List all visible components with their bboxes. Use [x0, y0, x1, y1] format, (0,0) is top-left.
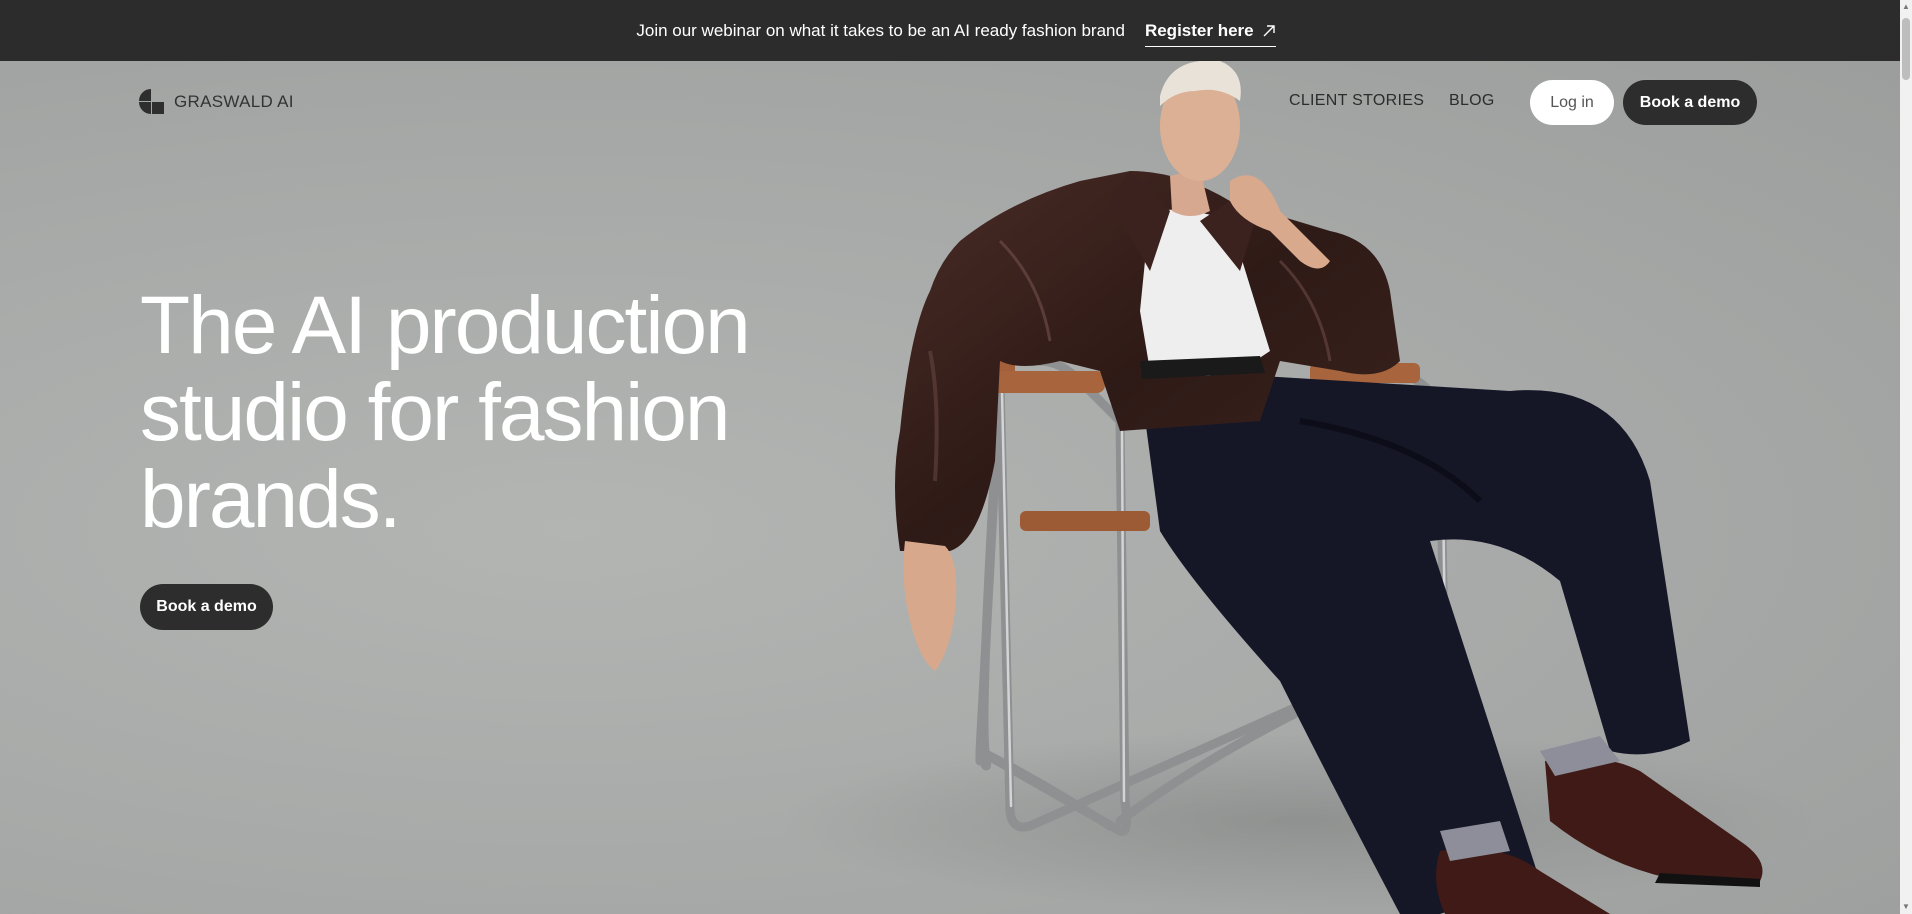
scroll-down-arrow-icon[interactable]: ▼	[1902, 903, 1910, 911]
brand-logo[interactable]: GRASWALD AI	[139, 89, 294, 114]
announcement-banner: Join our webinar on what it takes to be …	[0, 0, 1912, 61]
register-link-label: Register here	[1144, 20, 1254, 40]
arrow-up-right-icon	[1263, 24, 1275, 36]
scrollbar-thumb[interactable]	[1902, 18, 1910, 80]
graswald-logo-icon	[139, 89, 164, 114]
banner-text: Join our webinar on what it takes to be …	[636, 20, 1125, 40]
book-demo-nav-button[interactable]: Book a demo	[1623, 80, 1757, 125]
book-demo-hero-button[interactable]: Book a demo	[140, 584, 273, 630]
scroll-up-arrow-icon[interactable]: ▲	[1902, 3, 1910, 11]
headline-line-1: The AI production	[140, 280, 751, 371]
hero-headline: The AI production studio for fashion bra…	[140, 282, 840, 543]
hero-section: GRASWALD AI CLIENT STORIES BLOG Log in B…	[0, 61, 1900, 914]
headline-line-3: brands.	[140, 454, 402, 545]
register-link[interactable]: Register here	[1144, 20, 1276, 47]
headline-line-2: studio for fashion	[140, 367, 730, 458]
login-button[interactable]: Log in	[1530, 80, 1614, 125]
page-scrollbar[interactable]: ▲ ▼	[1900, 0, 1912, 914]
nav-link-blog[interactable]: BLOG	[1449, 92, 1495, 110]
top-navigation: GRASWALD AI CLIENT STORIES BLOG Log in B…	[0, 61, 1900, 141]
brand-name: GRASWALD AI	[174, 91, 294, 111]
nav-link-client-stories[interactable]: CLIENT STORIES	[1289, 92, 1424, 110]
